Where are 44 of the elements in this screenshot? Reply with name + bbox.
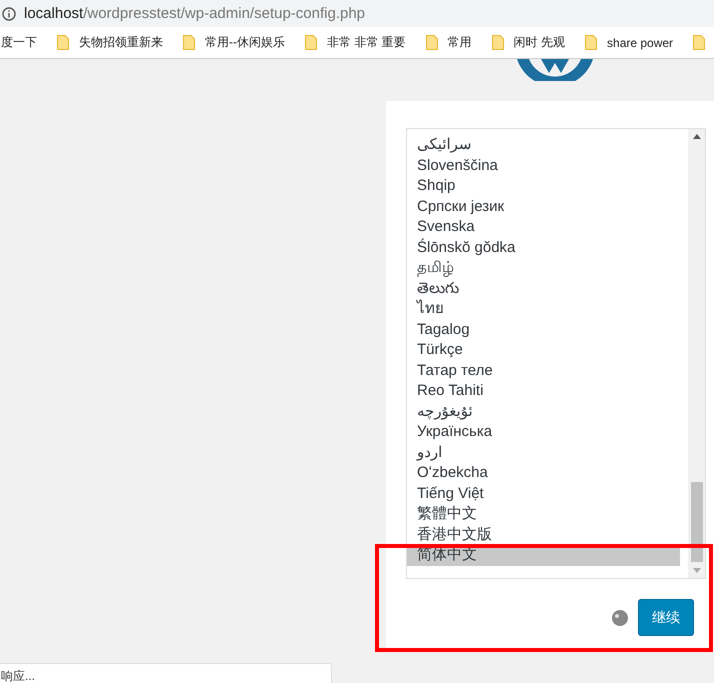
scrollbar[interactable] [688,129,705,578]
language-option[interactable]: 繁體中文 [407,504,680,524]
url-text[interactable]: localhost/wordpresstest/wp-admin/setup-config.php [24,5,366,22]
language-option[interactable]: Ślōnskŏ gŏdka [407,238,680,258]
language-option[interactable]: Oʻzbekcha [407,463,680,484]
language-option[interactable]: Slovenščina [407,156,680,176]
scroll-down-icon[interactable] [692,568,700,574]
language-option[interactable]: Tagalog [407,320,680,340]
language-option[interactable]: اردو [407,442,680,463]
language-option[interactable]: தமிழ் [407,258,680,278]
language-option[interactable]: Українська [407,422,680,442]
folder-icon[interactable] [183,35,195,50]
bookmark-link[interactable]: 常用--休闲娱乐 [205,34,285,51]
wordpress-logo-icon [515,59,595,81]
folder-icon[interactable] [585,35,598,50]
language-option[interactable]: ไทย [407,299,680,320]
info-icon[interactable] [2,6,16,20]
language-option[interactable]: سرائیکی [407,135,680,156]
language-option[interactable]: ئۇيغۇرچە [407,402,680,422]
language-option[interactable]: Српски језик [407,196,680,217]
bookmark-link[interactable]: 闲时 先观 [514,34,566,51]
language-option[interactable]: Türkçe [407,340,680,360]
folder-icon[interactable] [305,35,317,50]
scroll-thumb[interactable] [690,482,702,562]
language-option[interactable]: తెలుగు [407,278,680,299]
folder-icon[interactable] [426,35,438,50]
language-option[interactable]: 香港中文版 [407,524,680,545]
language-option[interactable]: Shqip [407,176,680,196]
language-option[interactable]: Татар теле [407,360,680,381]
bookmark-link[interactable]: share power [607,36,674,50]
language-option[interactable]: Reo Tahiti [407,381,680,402]
scroll-up-icon[interactable] [692,133,700,139]
spinner-icon [612,610,628,626]
folder-icon[interactable] [57,35,69,50]
folder-icon[interactable] [492,35,504,50]
language-option[interactable]: Tiếng Việt [407,484,680,504]
continue-button[interactable]: 继续 [638,599,694,636]
language-option[interactable]: Svenska [407,217,680,238]
bookmark-link[interactable]: 非常 非常 重要 [327,34,406,51]
status-text: 响应... [0,663,332,683]
folder-icon[interactable] [693,35,706,50]
bookmark-link[interactable]: 度一下 [1,34,37,51]
bookmark-link[interactable]: 常用 [448,34,472,51]
bookmark-link[interactable]: 失物招领重新来 [79,34,163,51]
